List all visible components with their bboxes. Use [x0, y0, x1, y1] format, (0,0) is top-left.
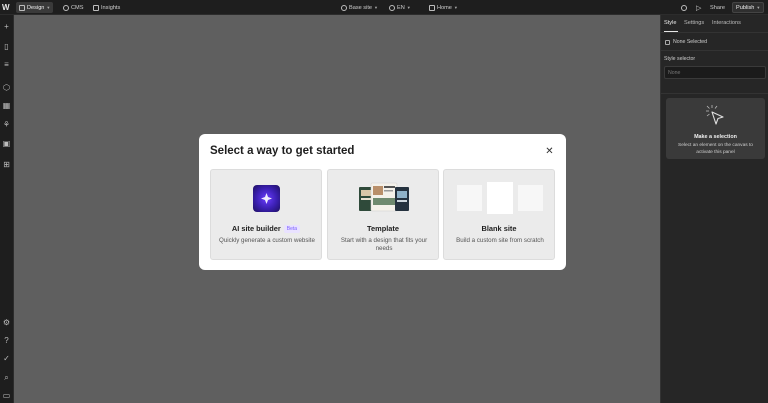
ai-option-desc: Quickly generate a custom website: [219, 237, 315, 244]
blank-site-option[interactable]: Blank site Build a custom site from scra…: [443, 169, 555, 260]
get-started-modal: Select a way to get started ✕ AI site bu…: [199, 134, 566, 270]
ai-option-title-text: AI site builder: [231, 224, 281, 233]
chevron-down-icon: ▼: [406, 5, 411, 10]
cursor-icon: [706, 105, 724, 125]
make-selection-title: Make a selection: [694, 134, 737, 140]
ai-option-title: AI site builder Beta: [211, 224, 321, 233]
preview-button[interactable]: ▷: [693, 2, 704, 13]
chevron-down-icon: ▼: [374, 5, 378, 10]
blank-site-preview-icon: [457, 182, 543, 214]
cms-collections-icon[interactable]: ▦: [2, 101, 11, 110]
chart-icon: [93, 4, 99, 11]
pages-icon[interactable]: ▯: [2, 42, 11, 51]
style-selector-input[interactable]: None: [664, 66, 766, 79]
make-selection-card: Make a selection Select an element on th…: [666, 98, 765, 159]
cms-button[interactable]: CMS: [60, 2, 86, 13]
assets-icon[interactable]: ▣: [2, 139, 11, 148]
panel-tabs: Style Settings Interactions: [661, 15, 768, 33]
comments-button[interactable]: [678, 2, 690, 13]
video-icon[interactable]: ▭: [2, 391, 11, 400]
locale-label: EN: [397, 4, 405, 11]
share-button[interactable]: Share: [707, 2, 728, 13]
cms-label: CMS: [71, 4, 84, 11]
audit-check-icon[interactable]: ✓: [2, 354, 11, 363]
divider: [661, 93, 768, 94]
modal-title: Select a way to get started: [210, 145, 355, 157]
divider: [661, 50, 768, 51]
tab-interactions[interactable]: Interactions: [712, 20, 741, 26]
design-icon: [19, 4, 25, 11]
search-icon[interactable]: ⌕: [2, 373, 11, 382]
template-option-desc: Start with a design that fits your needs: [340, 237, 428, 252]
active-tab-indicator: [664, 31, 678, 32]
help-icon[interactable]: ?: [2, 336, 11, 345]
make-selection-desc: Select an element on the canvas to activ…: [678, 143, 753, 155]
chevron-down-icon: ▼: [453, 5, 458, 10]
chevron-down-icon: ▼: [46, 5, 51, 10]
base-site-label: Base site: [349, 4, 373, 11]
page-label: Home: [437, 4, 452, 11]
globe-icon: [389, 4, 395, 11]
base-site-selector[interactable]: Base site ▼: [338, 2, 381, 13]
apps-icon[interactable]: ⊞: [2, 160, 11, 169]
comment-icon: [681, 4, 687, 11]
top-bar: W Design ▼ CMS Insights Base site ▼ EN ▼…: [0, 0, 768, 15]
ai-sparkle-icon: [253, 185, 280, 212]
left-toolbar: + ▯ ≡ ⬡ ▦ ⚘ ▣ ⊞ ⚙ ? ✓ ⌕ ▭: [0, 15, 14, 403]
publish-label: Publish: [736, 4, 755, 11]
components-icon[interactable]: ⬡: [2, 83, 11, 92]
beta-badge: Beta: [283, 225, 301, 233]
blank-site-option-title: Blank site: [481, 224, 517, 233]
chevron-down-icon: ▼: [756, 5, 761, 10]
none-selected-row[interactable]: None Selected: [665, 39, 707, 45]
design-mode-button[interactable]: Design ▼: [16, 2, 54, 13]
play-icon: ▷: [696, 4, 702, 12]
template-option[interactable]: Template Start with a design that fits y…: [327, 169, 439, 260]
style-selector-label: Style selector: [664, 56, 696, 62]
blank-site-option-desc: Build a custom site from scratch: [456, 237, 544, 244]
share-label: Share: [710, 4, 725, 11]
right-panel: Style Settings Interactions None Selecte…: [660, 15, 768, 403]
navigator-icon[interactable]: ≡: [2, 60, 11, 69]
template-option-title: Template: [367, 224, 399, 233]
tab-style[interactable]: Style: [664, 20, 676, 26]
insights-label: Insights: [101, 4, 121, 11]
webflow-logo-icon[interactable]: W: [2, 3, 11, 12]
ai-site-builder-option[interactable]: AI site builder Beta Quickly generate a c…: [210, 169, 322, 260]
checkbox-icon: [665, 39, 670, 45]
none-selected-label: None Selected: [673, 39, 708, 45]
template-preview-icon: [359, 182, 409, 212]
database-icon: [63, 4, 69, 11]
close-icon[interactable]: ✕: [545, 147, 554, 157]
locale-selector[interactable]: EN ▼: [386, 2, 414, 13]
tab-settings[interactable]: Settings: [684, 20, 704, 26]
page-icon: [429, 4, 435, 11]
add-icon[interactable]: +: [2, 22, 11, 31]
publish-button[interactable]: Publish ▼: [732, 2, 765, 13]
insights-button[interactable]: Insights: [90, 2, 123, 13]
settings-icon[interactable]: ⚙: [2, 318, 11, 327]
page-selector[interactable]: Home ▼: [426, 2, 461, 13]
design-label: Design: [27, 4, 45, 11]
site-icon: [341, 4, 347, 11]
variables-icon[interactable]: ⚘: [2, 120, 11, 129]
